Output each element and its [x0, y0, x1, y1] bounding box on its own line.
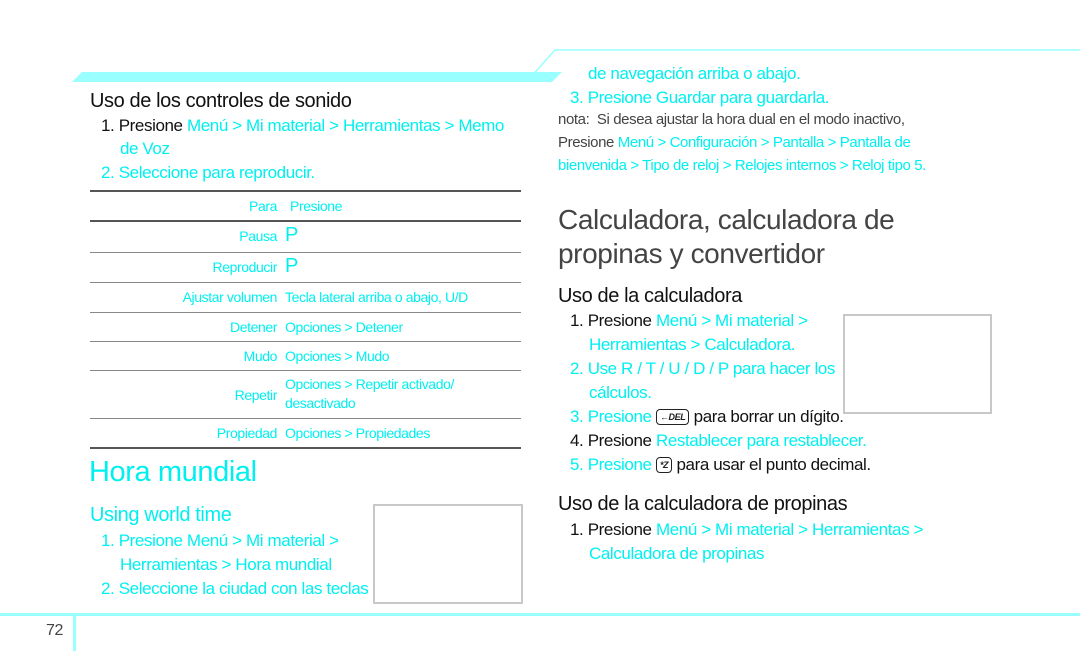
- sound-step-1-cont: de Voz: [120, 139, 170, 158]
- world-step-2: 2. Seleccione la ciudad con las teclas: [101, 577, 369, 601]
- step-text: Seleccione la ciudad con las teclas: [118, 579, 369, 598]
- calc-step-3: 3. Presione ←DEL para borrar un dígito.: [570, 405, 844, 429]
- table-row: Reproducir P: [90, 253, 521, 283]
- step-number: 1.: [570, 311, 584, 330]
- tip-step-1: 1. Presione Menú > Mi material > Herrami…: [570, 518, 923, 542]
- row-press: P: [285, 224, 298, 246]
- sound-controls-heading: Uso de los controles de sonido: [90, 90, 352, 112]
- row-action: Ajustar volumen: [182, 289, 278, 305]
- note: nota: Si desea ajustar la hora dual en e…: [558, 111, 905, 128]
- table-row: Pausa P: [90, 222, 521, 253]
- step-text: para usar el punto decimal.: [676, 455, 871, 474]
- calc-step-1-cont: Herramientas > Calculadora.: [589, 335, 796, 354]
- row-action: Reproducir: [212, 259, 278, 275]
- star-z-key-icon: *Z: [655, 457, 673, 473]
- step-number: 2.: [101, 163, 115, 182]
- table-row: Propiedad Opciones > Propiedades: [90, 419, 521, 449]
- step-prefix: 5. Presione: [570, 455, 652, 474]
- calculator-heading: Uso de la calculadora: [558, 285, 742, 307]
- calc-step-2-cont: cálculos.: [589, 383, 652, 402]
- row-press: Opciones > Detener: [285, 319, 403, 335]
- table-row: Ajustar volumen Tecla lateral arriba o a…: [90, 283, 521, 313]
- step-prefix: Presione: [587, 520, 652, 539]
- step-prefix: Presione: [118, 116, 183, 135]
- world-step-1: 1. Presione Menú > Mi material >: [101, 529, 339, 553]
- calc-step-5: 5. Presione *Z para usar el punto decima…: [570, 453, 871, 477]
- menu-path: Menú > Mi material > Herramientas > Memo: [186, 116, 504, 135]
- world-step-3: 3. Presione Guardar para guardarla.: [570, 88, 830, 107]
- table-row: Repetir Opciones > Repetir activado/ des…: [90, 371, 521, 419]
- image-placeholder-world-time: [373, 504, 523, 604]
- note-text: Si desea ajustar la hora dual en el modo…: [596, 111, 905, 128]
- row-action: Repetir: [234, 387, 278, 403]
- table-header-row: Para Presione: [90, 190, 521, 222]
- note-prefix: Presione: [558, 134, 615, 151]
- row-press-cont: desactivado: [285, 395, 356, 411]
- row-press: P: [285, 255, 298, 277]
- step-prefix: Presione: [587, 311, 652, 330]
- sound-step-2: 2. Seleccione para reproducir.: [101, 161, 315, 185]
- header-para: Para: [249, 198, 277, 214]
- tip-step-1-cont: Calculadora de propinas: [589, 544, 765, 563]
- step-number: 2.: [101, 579, 115, 598]
- footer-vertical-divider: [73, 615, 76, 651]
- calculator-title: Calculadora, calculadora de propinas y c…: [558, 203, 895, 271]
- row-press: Opciones > Mudo: [285, 348, 390, 364]
- step-number: 1.: [101, 116, 115, 135]
- note-label: nota:: [558, 111, 590, 128]
- tip-calculator-heading: Uso de la calculadora de propinas: [558, 493, 848, 515]
- row-press: Opciones > Propiedades: [285, 425, 430, 441]
- menu-path: Menú > Mi material >: [655, 311, 808, 330]
- note-path-cont: bienvenida > Tipo de reloj > Relojes int…: [558, 157, 926, 174]
- row-action: Detener: [229, 319, 277, 335]
- header-presione: Presione: [290, 198, 343, 214]
- step-text: Seleccione para reproducir.: [118, 163, 316, 182]
- table-row: Detener Opciones > Detener: [90, 313, 521, 342]
- note-path: Presione Menú > Configuración > Pantalla…: [558, 134, 911, 151]
- sound-controls-table: Para Presione Pausa P Reproducir P Ajust…: [90, 190, 521, 449]
- row-action: Propiedad: [216, 425, 278, 441]
- page-number: 72: [46, 622, 63, 639]
- sound-step-1: 1. Presione Menú > Mi material > Herrami…: [101, 114, 504, 138]
- step-text: Restablecer para restablecer.: [655, 431, 867, 450]
- row-action: Pausa: [239, 228, 277, 244]
- calculator-title-line1: Calculadora, calculadora de: [558, 204, 895, 235]
- world-step-2-cont: de navegación arriba o abajo.: [588, 64, 801, 83]
- step-prefix: 4. Presione: [570, 431, 652, 450]
- calc-step-4: 4. Presione Restablecer para restablecer…: [570, 429, 867, 453]
- row-press: Tecla lateral arriba o abajo, U/D: [285, 289, 468, 305]
- table-row: Mudo Opciones > Mudo: [90, 342, 521, 371]
- step-text: para borrar un dígito.: [693, 407, 844, 426]
- step-text: Presione Menú > Mi material >: [118, 531, 339, 550]
- note-path-line1: Menú > Configuración > Pantalla > Pantal…: [617, 134, 911, 151]
- calc-step-1: 1. Presione Menú > Mi material >: [570, 309, 808, 333]
- world-time-title: Hora mundial: [89, 456, 257, 488]
- row-press: Opciones > Repetir activado/: [285, 376, 454, 392]
- row-action: Mudo: [243, 348, 278, 364]
- step-number: 1.: [570, 520, 584, 539]
- calc-step-2: 2. Use R / T / U / D / P para hacer los: [570, 359, 836, 378]
- world-time-subheading: Using world time: [90, 504, 232, 526]
- calculator-title-line2: propinas y convertidor: [558, 238, 825, 269]
- step-number: 1.: [101, 531, 115, 550]
- menu-path: Menú > Mi material > Herramientas >: [655, 520, 924, 539]
- footer-divider: [0, 613, 1080, 616]
- delete-key-icon: ←DEL: [655, 409, 690, 425]
- image-placeholder-calculator: [843, 314, 992, 414]
- world-step-1-cont: Herramientas > Hora mundial: [120, 555, 332, 574]
- step-prefix: 3. Presione: [570, 407, 652, 426]
